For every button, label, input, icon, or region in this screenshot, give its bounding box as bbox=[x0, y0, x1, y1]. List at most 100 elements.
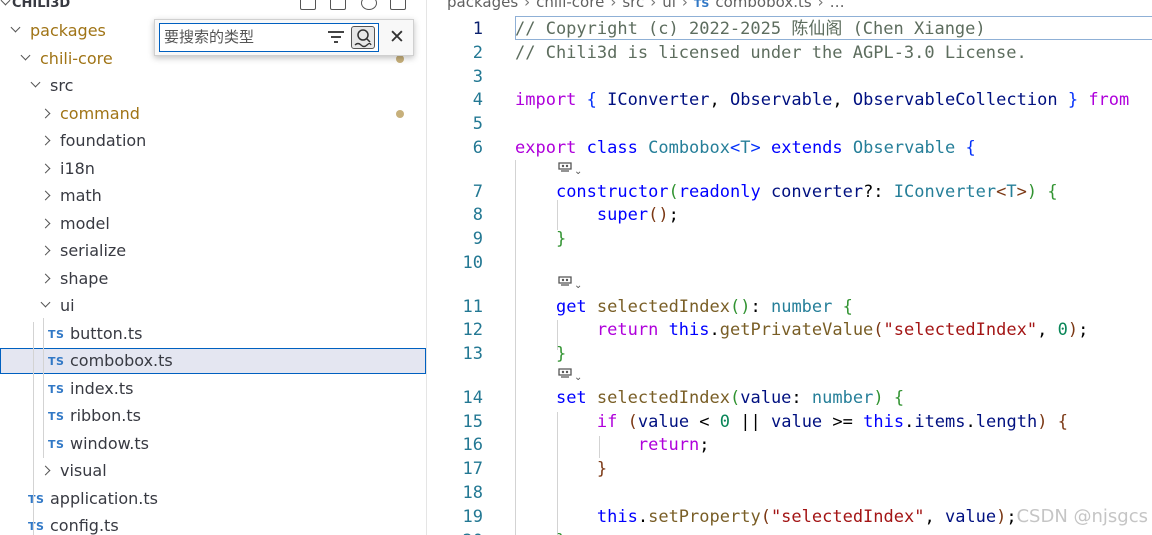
code-line[interactable]: 13 } bbox=[427, 342, 1152, 366]
code-token: value bbox=[944, 507, 997, 527]
tree-item[interactable]: ui bbox=[0, 293, 426, 319]
tree-item[interactable]: TS application.ts bbox=[0, 486, 426, 512]
code-token: ) bbox=[740, 297, 751, 317]
chevron-down-icon bbox=[30, 77, 41, 88]
tree-item[interactable]: visual bbox=[0, 458, 426, 484]
tree-item[interactable]: model bbox=[0, 211, 426, 237]
line-number: 12 bbox=[462, 320, 483, 340]
code-text: // Chili3d is licensed under the AGPL-3.… bbox=[515, 41, 1027, 65]
line-number: 13 bbox=[462, 344, 483, 364]
breadcrumb-item[interactable]: chili-core bbox=[536, 0, 604, 12]
code-token: >= bbox=[822, 412, 864, 432]
code-token: ( bbox=[873, 320, 884, 340]
code-line[interactable]: 18 bbox=[427, 481, 1152, 505]
code-text: return this.getPrivateValue("selectedInd… bbox=[515, 318, 1088, 342]
tree-item[interactable]: TS combobox.ts bbox=[0, 348, 426, 374]
code-token: Observable bbox=[730, 90, 833, 110]
chevron-right-icon bbox=[40, 218, 51, 228]
code-line[interactable]: 16 return; bbox=[427, 433, 1152, 457]
code-line[interactable]: 2 // Chili3d is licensed under the AGPL-3… bbox=[427, 41, 1152, 65]
code-token: , bbox=[1037, 320, 1058, 340]
code-line[interactable]: 4 import { IConverter, Observable, Observ… bbox=[427, 88, 1152, 112]
tree-item-label: packages bbox=[30, 21, 106, 40]
chevron-down-icon bbox=[0, 0, 11, 6]
tree-item[interactable]: TS index.ts bbox=[0, 376, 426, 402]
tree-item-label: foundation bbox=[60, 131, 147, 150]
tree-item[interactable]: TS ribbon.ts bbox=[0, 403, 426, 429]
breadcrumb-item[interactable]: ui bbox=[662, 0, 676, 12]
code-line[interactable]: 14 set selectedIndex(value: number) { bbox=[427, 386, 1152, 410]
code-text: get selectedIndex(): number { bbox=[515, 295, 853, 319]
line-number: 16 bbox=[462, 435, 483, 455]
breadcrumb-item[interactable]: … bbox=[830, 0, 845, 12]
code-line[interactable]: 7 constructor(readonly converter?: IConv… bbox=[427, 180, 1152, 204]
code-line[interactable]: 12 return this.getPrivateValue("selected… bbox=[427, 318, 1152, 342]
new-folder-icon[interactable] bbox=[330, 0, 346, 10]
copilot-icon[interactable]: ⌄ bbox=[557, 366, 587, 386]
breadcrumb-item[interactable]: combobox.ts bbox=[715, 0, 811, 12]
code-token: from bbox=[1088, 90, 1130, 110]
close-search-button[interactable]: ✕ bbox=[387, 24, 407, 50]
explorer-root-label: CHILI3D bbox=[12, 0, 71, 11]
collapse-all-icon[interactable] bbox=[390, 0, 406, 10]
code-line[interactable]: 9 } bbox=[427, 227, 1152, 251]
breadcrumb-item[interactable]: src bbox=[622, 0, 644, 12]
code-line[interactable]: 15 if (value < 0 || value >= this.items.… bbox=[427, 410, 1152, 434]
code-token: : bbox=[750, 297, 771, 317]
copilot-icon[interactable]: ⌄ bbox=[557, 274, 587, 294]
line-number: 3 bbox=[472, 67, 483, 87]
code-line[interactable]: 1 // Copyright (c) 2022-2025 陈仙阁 (Chen Xi… bbox=[427, 17, 1152, 41]
tree-item[interactable]: shape bbox=[0, 266, 426, 292]
code-token: > bbox=[750, 138, 761, 158]
tree-item-label: shape bbox=[60, 268, 109, 288]
code-token: ; bbox=[699, 435, 710, 455]
code-editor[interactable]: packages › chili-core › src › ui › TS combobox.ts… bbox=[427, 0, 1152, 535]
code-token: selectedIndex bbox=[596, 297, 730, 317]
code-line[interactable]: 5 bbox=[427, 112, 1152, 136]
tree-find-widget: ✕ bbox=[154, 19, 414, 56]
line-number: 18 bbox=[462, 483, 483, 503]
code-token: T bbox=[1006, 182, 1017, 202]
code-text: set selectedIndex(value: number) { bbox=[515, 386, 904, 410]
code-line[interactable]: 8 super(); bbox=[427, 203, 1152, 227]
line-number: 1 bbox=[472, 19, 483, 39]
code-line[interactable]: 20 } bbox=[427, 529, 1152, 535]
tree-item[interactable]: TS window.ts bbox=[0, 431, 426, 457]
tree-item[interactable]: i18n bbox=[0, 156, 426, 182]
code-token: ) bbox=[1067, 320, 1079, 340]
tree-item-label: i18n bbox=[60, 158, 95, 178]
indent-guide bbox=[33, 322, 34, 535]
code-token: , bbox=[709, 90, 731, 110]
code-line[interactable]: 3 bbox=[427, 65, 1152, 89]
tree-item[interactable]: serialize bbox=[0, 238, 426, 264]
code-token: { bbox=[1057, 412, 1068, 432]
new-file-icon[interactable] bbox=[300, 0, 316, 10]
breadcrumb-item[interactable]: packages bbox=[447, 0, 518, 12]
tree-item[interactable]: math bbox=[0, 183, 426, 209]
tree-item[interactable]: command bbox=[0, 101, 426, 127]
tree-item-label: serialize bbox=[60, 241, 127, 260]
code-line[interactable]: 11 get selectedIndex(): number { bbox=[427, 295, 1152, 319]
line-number: 6 bbox=[472, 138, 483, 158]
code-token: this bbox=[596, 507, 638, 527]
fuzzy-match-icon[interactable] bbox=[351, 26, 375, 49]
copilot-icon[interactable]: ⌄ bbox=[557, 160, 587, 180]
code-line[interactable]: 10 bbox=[427, 251, 1152, 275]
code-token: } bbox=[596, 459, 608, 479]
breadcrumb-separator: › bbox=[524, 0, 531, 11]
line-number: 14 bbox=[462, 388, 483, 408]
tree-item[interactable]: TS button.ts bbox=[0, 321, 426, 347]
filter-icon[interactable] bbox=[328, 29, 346, 45]
tree-item[interactable]: foundation bbox=[0, 128, 426, 154]
modified-dot-icon bbox=[396, 109, 404, 118]
search-input[interactable] bbox=[164, 26, 324, 48]
line-number: 10 bbox=[462, 253, 483, 273]
code-line[interactable]: 17 } bbox=[427, 457, 1152, 481]
code-token: || bbox=[730, 412, 771, 432]
code-line[interactable]: 6 export class Combobox<T> extends Observ… bbox=[427, 136, 1152, 160]
tree-item[interactable]: src bbox=[0, 73, 426, 99]
tree-item[interactable]: TS config.ts bbox=[0, 513, 426, 535]
